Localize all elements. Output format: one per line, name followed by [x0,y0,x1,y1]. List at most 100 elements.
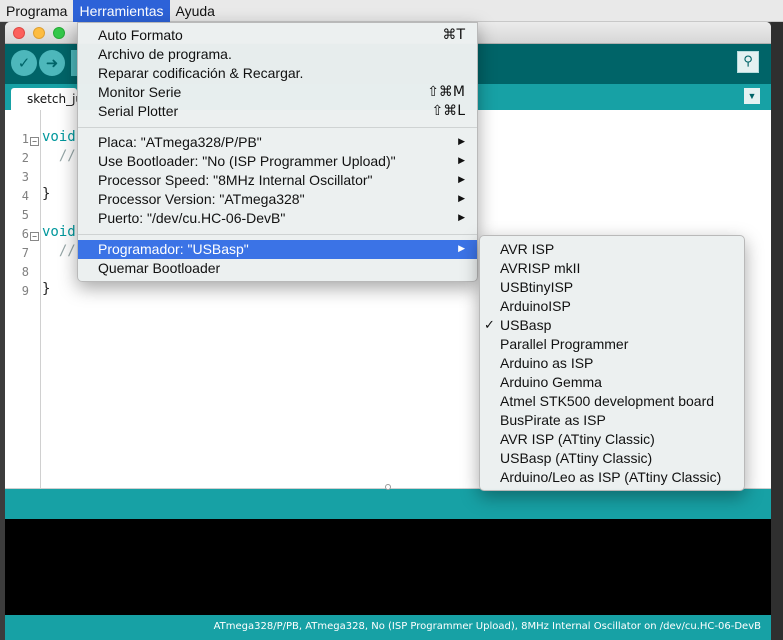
shortcut-label: ⇧⌘M [427,84,465,100]
menu-item-auto-formato[interactable]: Auto Formato ⌘T [78,26,477,45]
message-bar [5,484,771,519]
programmer-option-arduinoisp[interactable]: ArduinoISP [480,297,744,316]
menu-item-label: USBasp (ATtiny Classic) [500,450,653,466]
programmer-option-avr-isp-attiny[interactable]: AVR ISP (ATtiny Classic) [480,430,744,449]
menu-item-label: Processor Speed: "8MHz Internal Oscillat… [98,172,373,188]
menu-item-processor-speed[interactable]: Processor Speed: "8MHz Internal Oscillat… [78,171,477,190]
code-comment: // [42,243,76,259]
menu-herramientas[interactable]: Herramientas [73,0,170,22]
menu-item-label: USBtinyISP [500,279,574,295]
submenu-arrow-icon: ▶ [458,137,465,147]
menu-programa[interactable]: Programa [0,0,73,22]
menu-item-puerto[interactable]: Puerto: "/dev/cu.HC-06-DevB" ▶ [78,209,477,228]
console-output [5,519,771,615]
menu-item-serial-plotter[interactable]: Serial Plotter ⇧⌘L [78,102,477,121]
menu-item-label: AVRISP mkII [500,260,581,276]
menu-item-quemar-bootloader[interactable]: Quemar Bootloader [78,259,477,278]
background-window [771,22,783,640]
menu-item-label: Archivo de programa. [98,46,232,62]
menu-item-label: USBasp [500,317,552,333]
programmer-option-usbasp[interactable]: ✓ USBasp [480,316,744,335]
magnifier-icon: ⚲ [743,54,753,69]
code-line: // [42,243,76,262]
menu-item-label: ArduinoISP [500,298,571,314]
menu-item-programador[interactable]: Programador: "USBasp" ▶ [78,240,477,259]
menu-item-label: Arduino/Leo as ISP (ATtiny Classic) [500,469,722,485]
code-brace: } [42,281,51,297]
fold-toggle-icon[interactable]: − [30,232,39,241]
menu-item-processor-version[interactable]: Processor Version: "ATmega328" ▶ [78,190,477,209]
fold-toggle-icon[interactable]: − [30,137,39,146]
menu-item-label: Puerto: "/dev/cu.HC-06-DevB" [98,210,286,226]
code-line: void [42,224,76,243]
programador-submenu: AVR ISP AVRISP mkII USBtinyISP ArduinoIS… [479,235,745,491]
menu-item-label: BusPirate as ISP [500,412,606,428]
splitter-handle[interactable] [385,484,391,490]
line-number: 9 [21,284,29,298]
programmer-option-avr-isp[interactable]: AVR ISP [480,240,744,259]
programmer-option-buspirate[interactable]: BusPirate as ISP [480,411,744,430]
menu-ayuda[interactable]: Ayuda [170,0,221,22]
menu-item-label: Auto Formato [98,27,183,43]
code-brace: } [42,186,51,202]
code-line: } [42,186,50,205]
code-line: } [42,281,50,300]
line-number-gutter: 1 − 2 3 4 5 6 − 7 8 9 [5,110,41,488]
menu-item-label: Parallel Programmer [500,336,629,352]
tab-sketch[interactable]: sketch_ju [11,88,77,110]
menu-item-label: Placa: "ATmega328/P/PB" [98,134,262,150]
code-keyword: void [42,224,76,240]
close-window-button[interactable] [13,27,25,39]
menu-item-label: Processor Version: "ATmega328" [98,191,305,207]
menu-separator [78,127,477,128]
menu-item-label: Arduino as ISP [500,355,594,371]
code-line: void [42,129,76,148]
programmer-option-stk500[interactable]: Atmel STK500 development board [480,392,744,411]
menu-item-monitor-serie[interactable]: Monitor Serie ⇧⌘M [78,83,477,102]
menu-separator [78,234,477,235]
menu-item-label: Atmel STK500 development board [500,393,715,409]
upload-button[interactable]: ➜ [39,50,65,76]
menu-item-label: Programador: "USBasp" [98,241,249,257]
code-comment: // [42,148,76,164]
line-number: 3 [21,170,29,184]
minimize-window-button[interactable] [33,27,45,39]
line-number: 6 [21,227,29,241]
line-number: 7 [21,246,29,260]
herramientas-menu: Auto Formato ⌘T Archivo de programa. Rep… [77,22,478,282]
code-line: // [42,148,76,167]
menu-item-label: Reparar codificación & Recargar. [98,65,304,81]
status-bar: ATmega328/P/PB, ATmega328, No (ISP Progr… [5,615,771,640]
programmer-option-parallel[interactable]: Parallel Programmer [480,335,744,354]
menu-item-label: AVR ISP [500,241,555,257]
line-number: 1 [21,132,29,146]
line-number: 4 [21,189,29,203]
zoom-window-button[interactable] [53,27,65,39]
menu-item-archivo-de-programa[interactable]: Archivo de programa. [78,45,477,64]
submenu-arrow-icon: ▶ [458,156,465,166]
system-menu-bar: Programa Herramientas Ayuda [0,0,783,22]
checkmark-icon: ✓ [17,54,31,72]
programmer-option-arduino-as-isp[interactable]: Arduino as ISP [480,354,744,373]
submenu-arrow-icon: ▶ [458,244,465,254]
line-number: 2 [21,151,29,165]
serial-monitor-button[interactable]: ⚲ [737,51,759,73]
checkmark-icon: ✓ [484,318,495,333]
triangle-down-icon: ▼ [747,91,757,101]
menu-item-use-bootloader[interactable]: Use Bootloader: "No (ISP Programmer Uplo… [78,152,477,171]
tab-menu-button[interactable]: ▼ [744,88,760,104]
programmer-option-arduino-leo-isp[interactable]: Arduino/Leo as ISP (ATtiny Classic) [480,468,744,487]
menu-item-placa[interactable]: Placa: "ATmega328/P/PB" ▶ [78,133,477,152]
programmer-option-usbtinyisp[interactable]: USBtinyISP [480,278,744,297]
programmer-option-avrisp-mkii[interactable]: AVRISP mkII [480,259,744,278]
programmer-option-arduino-gemma[interactable]: Arduino Gemma [480,373,744,392]
submenu-arrow-icon: ▶ [458,213,465,223]
verify-button[interactable]: ✓ [11,50,37,76]
arrow-right-icon: ➜ [45,54,59,72]
programmer-option-usbasp-attiny[interactable]: USBasp (ATtiny Classic) [480,449,744,468]
submenu-arrow-icon: ▶ [458,175,465,185]
menu-item-reparar-codificacion[interactable]: Reparar codificación & Recargar. [78,64,477,83]
menu-item-label: Use Bootloader: "No (ISP Programmer Uplo… [98,153,396,169]
menu-item-label: Serial Plotter [98,103,179,119]
menu-item-label: Monitor Serie [98,84,182,100]
